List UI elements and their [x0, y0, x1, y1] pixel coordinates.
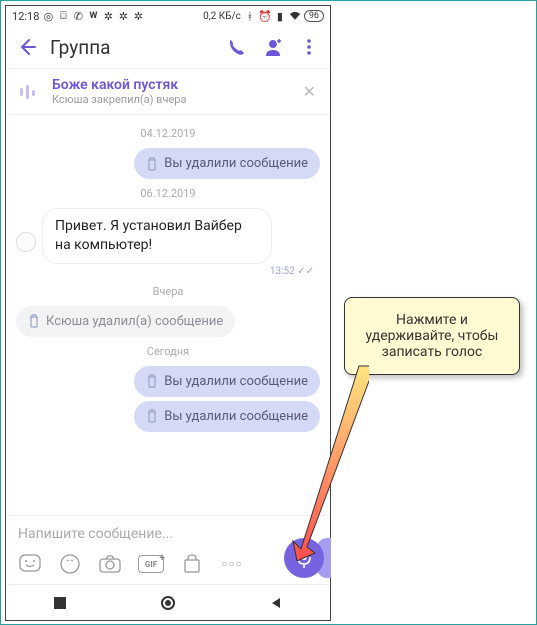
android-navbar: [6, 584, 330, 620]
call-button[interactable]: [224, 34, 250, 60]
tooltip-callout: Нажмите и удерживайте, чтобы записать го…: [344, 297, 520, 375]
whatsapp-icon: ✆: [72, 10, 84, 22]
battery-indicator: 96: [304, 10, 324, 22]
deleted-message-out[interactable]: Вы удалили сообщение: [134, 148, 320, 179]
instagram-icon: ⌼: [57, 10, 69, 22]
trash-icon: [146, 374, 158, 388]
vk-icon: W: [87, 10, 99, 22]
more-options-button[interactable]: ○○○: [220, 552, 244, 576]
nav-home-button[interactable]: [160, 595, 176, 611]
sticker-button[interactable]: [18, 552, 42, 576]
unpin-button[interactable]: ✕: [299, 78, 320, 105]
deleted-message-out[interactable]: Вы удалили сообщение: [134, 401, 320, 432]
wifi-icon: [289, 10, 301, 22]
status-bar: 12:18 ◎ ⌼ ✆ W ✲ ✲ ✲ 0,2 КБ/с ᚼ ⏰ ▮ 96: [6, 6, 330, 26]
input-area: Напишите сообщение...: [6, 515, 330, 546]
message-row: ♡ Привет. Я установил Вайбер на компьюте…: [16, 208, 320, 277]
status-icon-6: ✲: [117, 10, 129, 22]
chat-header: Группа: [6, 26, 330, 68]
pinned-subtitle: Ксюша закрепил(а) вчера: [52, 93, 289, 106]
add-contact-button[interactable]: [260, 34, 286, 60]
message-text: Вы удалили сообщение: [164, 409, 308, 424]
camera-button[interactable]: [98, 552, 122, 576]
message-input[interactable]: Напишите сообщение...: [18, 526, 318, 542]
status-data: 0,2 КБ/с: [203, 11, 241, 22]
trash-icon: [146, 157, 158, 171]
message-time: 13:52: [270, 266, 295, 277]
date-separator: 04.12.2019: [16, 127, 320, 140]
message-row: Вы удалили сообщение: [16, 148, 320, 179]
message-row: Ксюша удалил(а) сообщение: [16, 306, 320, 337]
date-separator: 06.12.2019: [16, 187, 320, 200]
shop-button[interactable]: [180, 552, 204, 576]
message-row: Вы удалили сообщение: [16, 401, 320, 432]
deleted-message-in[interactable]: Ксюша удалил(а) сообщение: [16, 306, 235, 337]
trash-icon: [146, 409, 158, 423]
like-button[interactable]: ♡: [16, 232, 36, 252]
status-time: 12:18: [12, 10, 39, 23]
nav-recent-button[interactable]: [52, 595, 68, 611]
more-menu-button[interactable]: [296, 34, 322, 60]
message-text: Ксюша удалил(а) сообщение: [46, 314, 223, 329]
trash-icon: [28, 314, 40, 328]
status-icon-5: ✲: [102, 10, 114, 22]
nav-back-button[interactable]: [268, 595, 284, 611]
chat-title: Группа: [50, 36, 214, 59]
status-icon-7: ✲: [132, 10, 144, 22]
read-status-icon: ✓✓: [297, 266, 314, 277]
signal-icon: ▮: [274, 10, 286, 22]
message-text: Вы удалили сообщение: [164, 156, 308, 171]
message-row: Вы удалили сообщение: [16, 366, 320, 397]
pinned-message[interactable]: Боже какой пустяк Ксюша закрепил(а) вчер…: [6, 69, 330, 114]
date-separator: Сегодня: [16, 345, 320, 358]
message-text: Вы удалили сообщение: [164, 374, 308, 389]
callout-text: Нажмите и удерживайте, чтобы записать го…: [366, 312, 499, 360]
status-icon-1: ◎: [42, 10, 54, 22]
voice-record-button[interactable]: [284, 538, 324, 578]
deleted-message-out[interactable]: Вы удалили сообщение: [134, 366, 320, 397]
gif-button[interactable]: GIF +: [138, 555, 164, 573]
message-text: Привет. Я установил Вайбер на компьютер!: [55, 217, 259, 255]
bluetooth-icon: ᚼ: [244, 10, 256, 22]
chat-messages[interactable]: 04.12.2019 Вы удалили сообщение 06.12.20…: [6, 115, 330, 515]
incoming-message[interactable]: Привет. Я установил Вайбер на компьютер!: [42, 208, 272, 264]
back-button[interactable]: [14, 34, 40, 60]
date-separator: Вчера: [16, 285, 320, 298]
alarm-icon: ⏰: [259, 10, 271, 22]
emoji-button[interactable]: [58, 552, 82, 576]
message-meta: 13:52 ✓✓: [42, 266, 320, 277]
pinned-title: Боже какой пустяк: [52, 77, 289, 93]
audio-bars-icon: [16, 83, 42, 101]
attachment-row: GIF + ○○○: [6, 546, 330, 584]
